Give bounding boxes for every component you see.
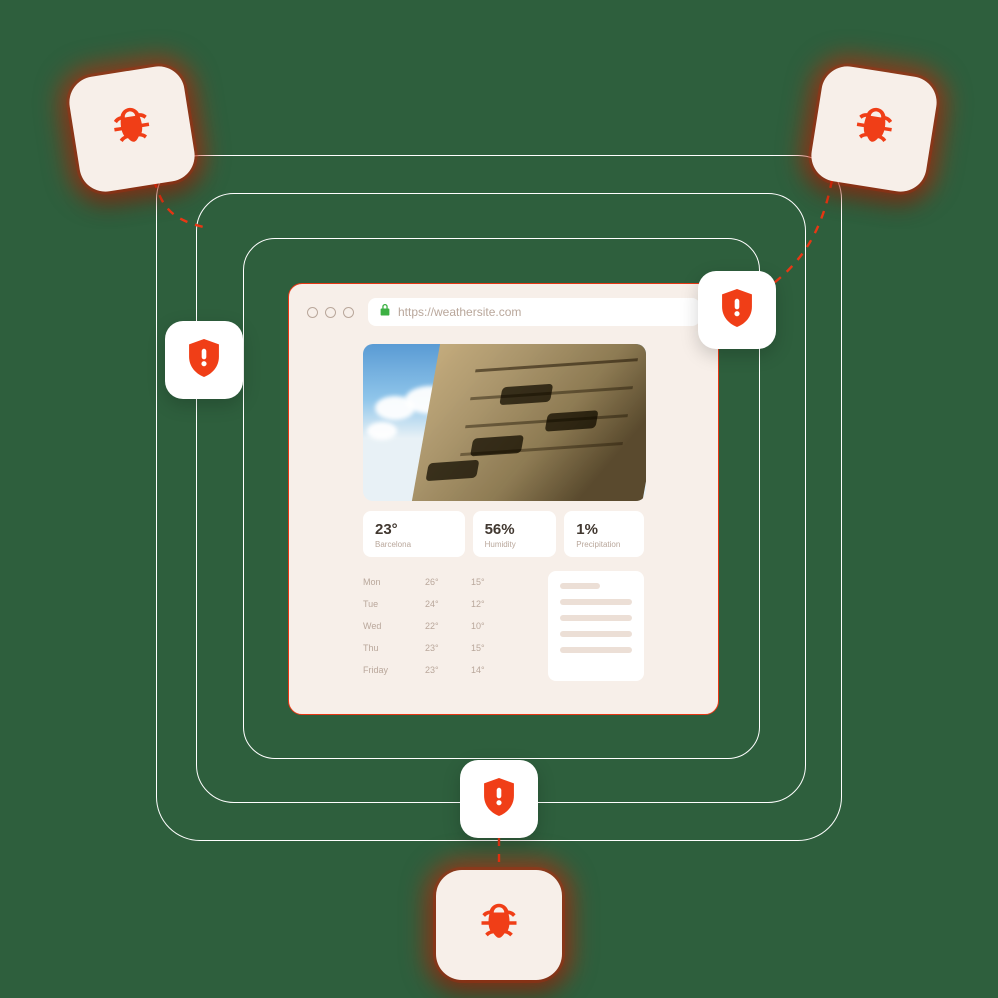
url-bar[interactable]: https://weathersite.com <box>368 298 700 326</box>
bug-tile-bottom <box>436 870 562 980</box>
bug-tile-top-left <box>66 63 199 196</box>
forecast-hi: 23° <box>425 665 471 675</box>
forecast-lo: 12° <box>471 599 511 609</box>
forecast-row: Friday 23° 14° <box>363 659 528 681</box>
forecast-lo: 15° <box>471 643 511 653</box>
forecast-hi: 26° <box>425 577 471 587</box>
temperature-value: 23° <box>375 521 453 538</box>
browser-chrome: https://weathersite.com <box>289 284 718 336</box>
forecast-day: Tue <box>363 599 425 609</box>
forecast-day: Wed <box>363 621 425 631</box>
forecast-lo: 14° <box>471 665 511 675</box>
stat-precipitation: 1% Precipitation <box>564 511 644 557</box>
shield-alert-icon <box>720 289 754 332</box>
forecast-lo: 10° <box>471 621 511 631</box>
stat-humidity: 56% Humidity <box>473 511 557 557</box>
forecast-hi: 24° <box>425 599 471 609</box>
bug-icon <box>842 94 907 163</box>
humidity-label: Humidity <box>485 540 545 549</box>
skeleton-line <box>560 615 632 621</box>
shield-alert-icon <box>187 339 221 382</box>
temperature-label: Barcelona <box>375 540 453 549</box>
side-panel <box>548 571 644 681</box>
precip-value: 1% <box>576 521 632 538</box>
forecast-row: Mon 26° 15° <box>363 571 528 593</box>
shield-alert-icon <box>482 778 516 821</box>
humidity-value: 56% <box>485 521 545 538</box>
traffic-light-zoom[interactable] <box>343 307 354 318</box>
traffic-light-close[interactable] <box>307 307 318 318</box>
lock-icon <box>380 303 390 321</box>
precip-label: Precipitation <box>576 540 632 549</box>
forecast-lo: 15° <box>471 577 511 587</box>
skeleton-line <box>560 631 632 637</box>
bottom-row: Mon 26° 15° Tue 24° 12° Wed 22° 10° Thu … <box>363 571 644 681</box>
forecast-row: Wed 22° 10° <box>363 615 528 637</box>
bug-icon <box>471 895 527 956</box>
forecast-hi: 23° <box>425 643 471 653</box>
forecast-hi: 22° <box>425 621 471 631</box>
stat-temperature: 23° Barcelona <box>363 511 465 557</box>
skeleton-line <box>560 583 600 589</box>
page-content: 23° Barcelona 56% Humidity 1% Precipitat… <box>289 336 718 701</box>
forecast-row: Thu 23° 15° <box>363 637 528 659</box>
shield-badge-bottom <box>460 760 538 838</box>
forecast-row: Tue 24° 12° <box>363 593 528 615</box>
skeleton-line <box>560 599 632 605</box>
forecast-day: Thu <box>363 643 425 653</box>
stats-row: 23° Barcelona 56% Humidity 1% Precipitat… <box>363 511 644 557</box>
bug-icon <box>100 94 165 163</box>
url-text: https://weathersite.com <box>398 305 521 319</box>
shield-badge-left <box>165 321 243 399</box>
hero-image <box>363 344 646 501</box>
forecast-day: Friday <box>363 665 425 675</box>
traffic-lights <box>307 307 354 318</box>
shield-badge-right <box>698 271 776 349</box>
forecast-day: Mon <box>363 577 425 587</box>
browser-window: https://weathersite.com 23° Barcelona 56… <box>288 283 719 715</box>
skeleton-line <box>560 647 632 653</box>
bug-tile-top-right <box>808 63 941 196</box>
forecast-table: Mon 26° 15° Tue 24° 12° Wed 22° 10° Thu … <box>363 571 528 681</box>
traffic-light-minimize[interactable] <box>325 307 336 318</box>
